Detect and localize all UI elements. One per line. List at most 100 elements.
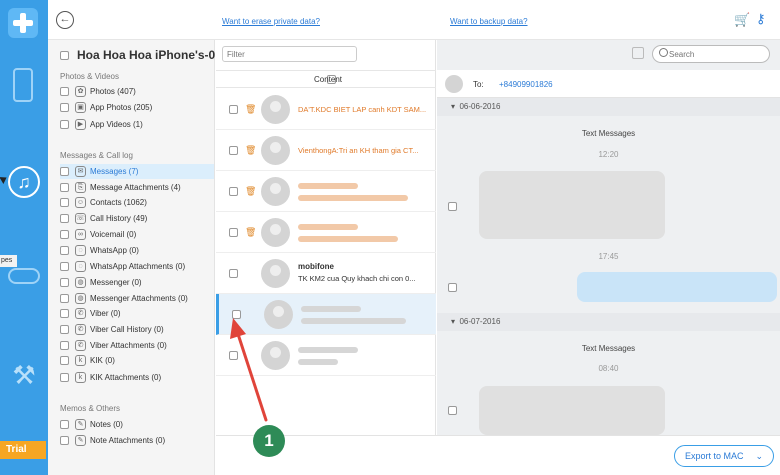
message-checkbox[interactable]	[448, 202, 457, 211]
sidebar-item-viber[interactable]: ✆ Viber (0)	[60, 306, 214, 321]
category-sidebar: Hoa Hoa Hoa iPhone's-0... Photos & Video…	[48, 40, 225, 475]
sidebar-item-contacts[interactable]: ☺ Contacts (1062)	[60, 195, 214, 210]
export-to-mac-button[interactable]: Export to MAC ⌄	[674, 445, 774, 467]
list-item[interactable]	[216, 335, 436, 376]
message-checkbox[interactable]	[448, 283, 457, 292]
item-checkbox[interactable]	[60, 183, 69, 192]
item-label: Call History (49)	[90, 214, 148, 223]
messenger-icon: ◍	[75, 277, 86, 288]
date-separator: ▾ 06-06-2016	[437, 98, 780, 116]
message-time: 17:45	[598, 252, 619, 261]
row-checkbox[interactable]	[229, 187, 238, 196]
item-checkbox[interactable]	[60, 230, 69, 239]
sidebar-item-message-attachments[interactable]: ⎘ Message Attachments (4)	[60, 180, 214, 195]
item-checkbox[interactable]	[60, 420, 69, 429]
grid-view-icon[interactable]	[632, 47, 644, 59]
item-checkbox[interactable]	[60, 214, 69, 223]
trial-button[interactable]: Trial	[0, 441, 46, 459]
blurred-name	[301, 306, 361, 312]
tools-icon[interactable]: ⚒	[10, 358, 38, 392]
list-item[interactable]: 🗑	[216, 171, 436, 212]
kik-attachment-icon: k	[75, 372, 86, 383]
key-icon[interactable]: ⚷	[756, 11, 766, 27]
search-icon	[659, 48, 668, 57]
sidebar-item-kik-attachments[interactable]: k KIK Attachments (0)	[60, 370, 214, 385]
phone-icon: ☏	[75, 213, 86, 224]
message-checkbox[interactable]	[448, 406, 457, 415]
message-time: 12:20	[598, 150, 619, 159]
sidebar-item-photos[interactable]: ✿ Photos (407)	[60, 84, 214, 99]
date-separator: ▾ 06-07-2016	[437, 313, 780, 331]
list-item[interactable]: 🗑	[216, 212, 436, 253]
item-checkbox[interactable]	[60, 246, 69, 255]
item-checkbox[interactable]	[60, 341, 69, 350]
erase-data-link[interactable]: Want to erase private data?	[222, 17, 320, 26]
message-preview: DA'T.KDC BIET LAP canh KDT SAM...	[298, 105, 427, 114]
avatar	[264, 300, 293, 329]
item-checkbox[interactable]	[60, 309, 69, 318]
section-text-messages: Text Messages	[581, 129, 636, 138]
sidebar-item-kik[interactable]: k KIK (0)	[60, 353, 214, 368]
blurred-name	[298, 224, 358, 230]
messenger-attachment-icon: ◍	[75, 293, 86, 304]
top-bar: ← Want to erase private data? Want to ba…	[48, 0, 780, 40]
app-logo-icon[interactable]	[8, 8, 38, 38]
row-checkbox[interactable]	[229, 351, 238, 360]
row-checkbox[interactable]	[232, 310, 241, 319]
item-checkbox[interactable]	[60, 167, 69, 176]
device-icon[interactable]	[13, 68, 33, 102]
sidebar-item-voicemail[interactable]: ∞ Voicemail (0)	[60, 227, 214, 242]
list-item-selected[interactable]	[216, 294, 436, 335]
sidebar-item-whatsapp-attachments[interactable]: ◌ WhatsApp Attachments (0)	[60, 259, 214, 274]
item-label: Note Attachments (0)	[90, 436, 166, 445]
item-checkbox[interactable]	[60, 120, 69, 129]
sidebar-item-app-photos[interactable]: ▣ App Photos (205)	[60, 100, 214, 115]
sidebar-item-note-attachments[interactable]: ✎ Note Attachments (0)	[60, 433, 214, 448]
to-label: To:	[473, 80, 484, 89]
sidebar-item-messages[interactable]: ✉ Messages (7)	[60, 164, 214, 179]
list-item[interactable]: mobifone TK KM2 cua Quy khach chi con 0.…	[216, 253, 436, 294]
item-checkbox[interactable]	[60, 278, 69, 287]
item-checkbox[interactable]	[60, 262, 69, 271]
blurred-preview	[301, 318, 406, 324]
back-arrow-icon[interactable]: ←	[56, 11, 74, 29]
sidebar-item-notes[interactable]: ✎ Notes (0)	[60, 417, 214, 432]
messages-icon: ✉	[75, 166, 86, 177]
date-label: 06-06-2016	[459, 102, 501, 111]
deleted-trash-icon: 🗑	[245, 145, 257, 155]
cart-icon[interactable]: 🛒	[734, 12, 750, 28]
step-number-badge: 1	[253, 425, 285, 457]
sidebar-item-messenger-attachments[interactable]: ◍ Messenger Attachments (0)	[60, 291, 214, 306]
avatar	[261, 341, 290, 370]
search-input[interactable]	[652, 45, 770, 63]
list-item[interactable]: 🗑 DA'T.KDC BIET LAP canh KDT SAM...	[216, 89, 436, 130]
row-checkbox[interactable]	[229, 105, 238, 114]
sidebar-item-call-history[interactable]: ☏ Call History (49)	[60, 211, 214, 226]
item-checkbox[interactable]	[60, 373, 69, 382]
item-checkbox[interactable]	[60, 294, 69, 303]
item-checkbox[interactable]	[60, 325, 69, 334]
music-icon[interactable]: ♫	[8, 166, 40, 198]
device-checkbox[interactable]	[60, 50, 69, 60]
sidebar-item-viber-call-history[interactable]: ✆ Viber Call History (0)	[60, 322, 214, 337]
blurred-name	[298, 183, 358, 189]
backup-data-link[interactable]: Want to backup data?	[450, 17, 528, 26]
whatsapp-icon: ◌	[75, 245, 86, 256]
filter-input[interactable]	[222, 46, 357, 62]
item-label: WhatsApp (0)	[90, 246, 139, 255]
row-checkbox[interactable]	[229, 269, 238, 278]
item-checkbox[interactable]	[60, 356, 69, 365]
item-checkbox[interactable]	[60, 198, 69, 207]
item-checkbox[interactable]	[60, 103, 69, 112]
item-checkbox[interactable]	[60, 436, 69, 445]
cloud-icon[interactable]	[8, 268, 40, 284]
row-checkbox[interactable]	[229, 146, 238, 155]
row-checkbox[interactable]	[229, 228, 238, 237]
item-checkbox[interactable]	[60, 87, 69, 96]
sidebar-item-viber-attachments[interactable]: ✆ Viber Attachments (0)	[60, 338, 214, 353]
sidebar-item-app-videos[interactable]: ▶ App Videos (1)	[60, 117, 214, 132]
section-messages-call-log: Messages & Call log	[60, 151, 133, 160]
sidebar-item-whatsapp[interactable]: ◌ WhatsApp (0)	[60, 243, 214, 258]
sidebar-item-messenger[interactable]: ◍ Messenger (0)	[60, 275, 214, 290]
list-item[interactable]: 🗑 VienthongA:Tri an KH tham gia CT...	[216, 130, 436, 171]
